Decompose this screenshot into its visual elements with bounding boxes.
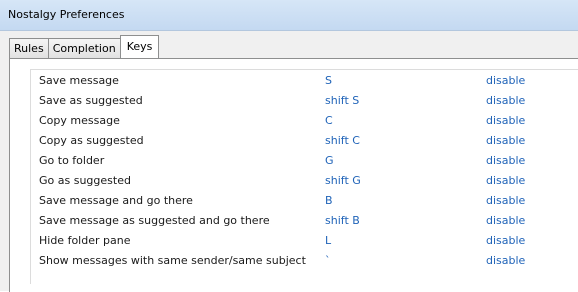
- disable-link[interactable]: disable: [486, 74, 525, 87]
- disable-link[interactable]: disable: [486, 114, 525, 127]
- window-title: Nostalgy Preferences: [8, 8, 125, 21]
- key-binding-row: Hide folder pane L disable: [31, 230, 578, 250]
- tab-strip: Rules Completion Keys: [9, 35, 160, 58]
- key-binding-row: Save message as suggested and go there s…: [31, 210, 578, 230]
- preferences-window: Nostalgy Preferences Rules Completion Ke…: [0, 0, 578, 292]
- action-label: Save message and go there: [39, 194, 193, 207]
- key-binding-row: Show messages with same sender/same subj…: [31, 250, 578, 270]
- disable-link[interactable]: disable: [486, 254, 525, 267]
- dialog-client-area: Rules Completion Keys Save message S dis…: [0, 31, 578, 292]
- key-assignment[interactable]: L: [325, 234, 331, 247]
- action-label: Save as suggested: [39, 94, 143, 107]
- title-bar[interactable]: Nostalgy Preferences: [0, 0, 578, 31]
- action-label: Show messages with same sender/same subj…: [39, 254, 306, 267]
- key-binding-row: Save message S disable: [31, 70, 578, 90]
- action-label: Save message: [39, 74, 119, 87]
- key-assignment[interactable]: S: [325, 74, 332, 87]
- disable-link[interactable]: disable: [486, 234, 525, 247]
- action-label: Go as suggested: [39, 174, 131, 187]
- key-assignment[interactable]: shift C: [325, 134, 360, 147]
- key-assignment[interactable]: shift G: [325, 174, 361, 187]
- key-assignment[interactable]: C: [325, 114, 333, 127]
- key-binding-row: Save as suggested shift S disable: [31, 90, 578, 110]
- tab-keys[interactable]: Keys: [119, 35, 160, 58]
- action-label: Hide folder pane: [39, 234, 131, 247]
- disable-link[interactable]: disable: [486, 154, 525, 167]
- action-label: Save message as suggested and go there: [39, 214, 270, 227]
- disable-link[interactable]: disable: [486, 174, 525, 187]
- action-label: Go to folder: [39, 154, 105, 167]
- tab-completion[interactable]: Completion: [47, 38, 121, 58]
- keys-tab-panel: Save message S disable Save as suggested…: [9, 58, 578, 292]
- disable-link[interactable]: disable: [486, 94, 525, 107]
- disable-link[interactable]: disable: [486, 194, 525, 207]
- key-binding-row: Copy message C disable: [31, 110, 578, 130]
- key-assignment[interactable]: G: [325, 154, 334, 167]
- key-binding-row: Copy as suggested shift C disable: [31, 130, 578, 150]
- key-binding-row: Go to folder G disable: [31, 150, 578, 170]
- key-assignment[interactable]: B: [325, 194, 333, 207]
- disable-link[interactable]: disable: [486, 134, 525, 147]
- action-label: Copy message: [39, 114, 120, 127]
- key-assignment[interactable]: shift S: [325, 94, 359, 107]
- tab-rules[interactable]: Rules: [9, 38, 49, 58]
- key-binding-row: Go as suggested shift G disable: [31, 170, 578, 190]
- key-bindings-list: Save message S disable Save as suggested…: [30, 69, 578, 284]
- action-label: Copy as suggested: [39, 134, 144, 147]
- disable-link[interactable]: disable: [486, 214, 525, 227]
- key-assignment[interactable]: `: [325, 254, 331, 267]
- key-binding-row: Save message and go there B disable: [31, 190, 578, 210]
- key-assignment[interactable]: shift B: [325, 214, 360, 227]
